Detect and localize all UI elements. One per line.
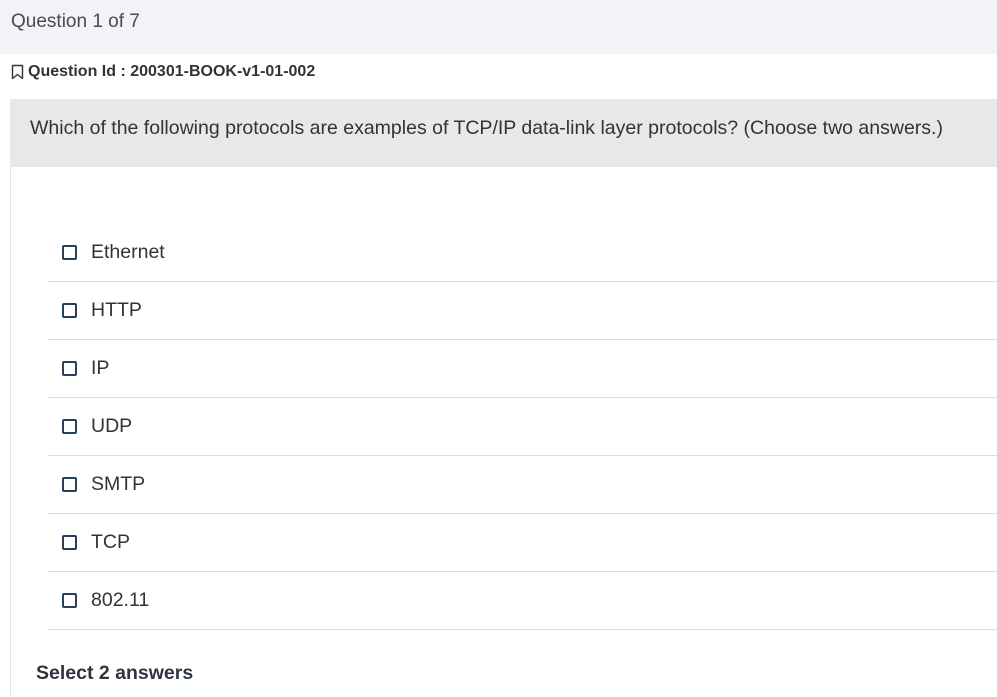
option-ethernet[interactable]: Ethernet [48, 224, 997, 282]
checkbox-unchecked-icon[interactable] [62, 303, 77, 318]
answer-options: Ethernet HTTP IP UDP SMTP TCP 802.11 [48, 224, 997, 630]
question-id-row: Question Id : 200301-BOOK-v1-01-002 [11, 63, 315, 81]
option-ip[interactable]: IP [48, 340, 997, 398]
checkbox-unchecked-icon[interactable] [62, 535, 77, 550]
option-label: SMTP [91, 473, 146, 495]
option-label: 802.11 [91, 589, 150, 611]
option-label: HTTP [91, 299, 142, 321]
option-tcp[interactable]: TCP [48, 514, 997, 572]
question-id: Question Id : 200301-BOOK-v1-01-002 [28, 63, 316, 80]
checkbox-unchecked-icon[interactable] [62, 477, 77, 492]
checkbox-unchecked-icon[interactable] [62, 593, 77, 608]
option-label: Ethernet [91, 241, 165, 263]
checkbox-unchecked-icon[interactable] [62, 361, 77, 376]
select-count-hint: Select 2 answers [36, 662, 194, 684]
page-header: Question 1 of 7 [0, 0, 997, 54]
question-text: Which of the following protocols are exa… [30, 117, 943, 139]
checkbox-unchecked-icon[interactable] [62, 419, 77, 434]
question-box: Which of the following protocols are exa… [10, 99, 997, 167]
option-http[interactable]: HTTP [48, 282, 997, 340]
option-udp[interactable]: UDP [48, 398, 997, 456]
option-802-11[interactable]: 802.11 [48, 572, 997, 630]
option-label: IP [91, 357, 110, 379]
option-smtp[interactable]: SMTP [48, 456, 997, 514]
option-label: UDP [91, 415, 133, 437]
checkbox-unchecked-icon[interactable] [62, 245, 77, 260]
bookmark-icon[interactable] [11, 64, 24, 80]
question-counter: Question 1 of 7 [11, 11, 140, 32]
option-label: TCP [91, 531, 130, 553]
